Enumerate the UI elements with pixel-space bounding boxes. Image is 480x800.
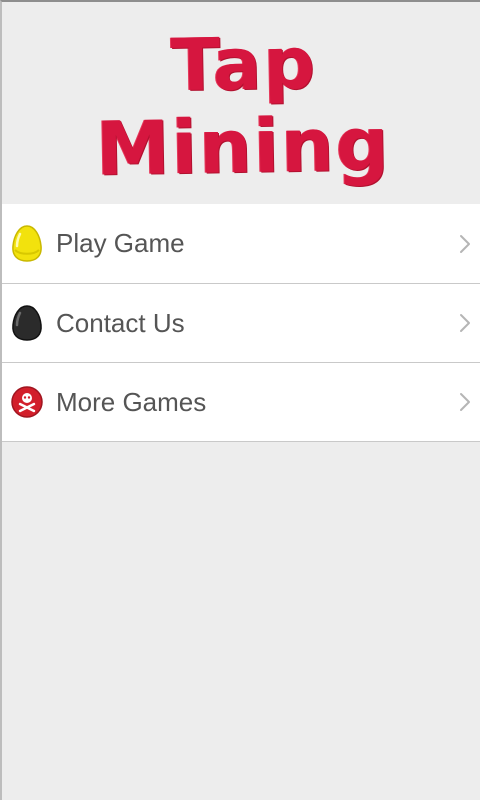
chevron-right-icon <box>460 234 470 253</box>
main-menu: Play Game Contact Us More Games <box>2 204 480 442</box>
menu-item-more-games[interactable]: More Games <box>2 363 480 442</box>
red-skull-badge-icon <box>10 382 44 422</box>
menu-item-label: More Games <box>56 386 207 417</box>
menu-item-play-game[interactable]: Play Game <box>2 204 480 284</box>
menu-item-contact-us[interactable]: Contact Us <box>2 284 480 363</box>
logo-title-line-1: Tap <box>170 20 318 108</box>
chevron-right-icon <box>460 314 470 332</box>
app-screen: Tap Mining Play Game Contact Us More Gam… <box>0 0 480 800</box>
logo-title-line-2: Mining <box>94 101 392 193</box>
menu-item-label: Play Game <box>56 228 185 258</box>
black-gem-icon <box>10 303 44 343</box>
chevron-right-icon <box>460 393 470 411</box>
app-logo: Tap Mining <box>2 2 480 204</box>
menu-item-label: Contact Us <box>56 307 185 338</box>
yellow-gem-icon <box>10 224 44 264</box>
